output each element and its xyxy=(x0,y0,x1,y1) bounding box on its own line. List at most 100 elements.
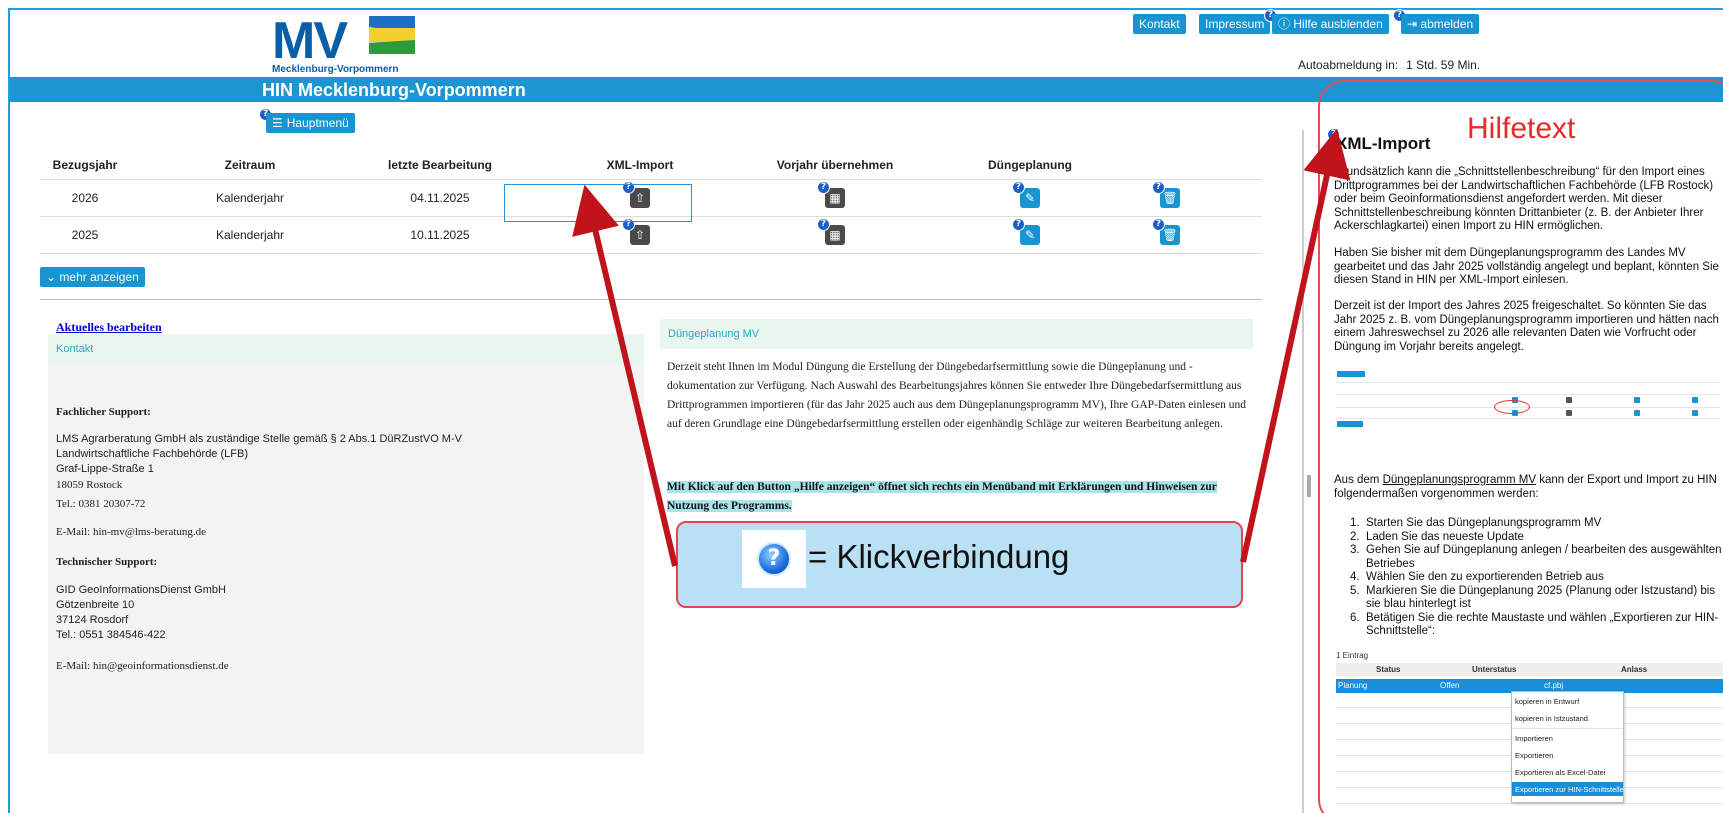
planning-panel-highlight: Mit Klick auf den Button „Hilfe anzeigen… xyxy=(667,478,1247,516)
help-badge-icon[interactable]: ? xyxy=(1327,128,1340,141)
autologout-value: 1 Std. 59 Min. xyxy=(1406,58,1481,72)
cell: Offen xyxy=(1440,681,1460,690)
help-paragraph: Aus dem Düngeplanungsprogramm MV kann de… xyxy=(1334,474,1720,501)
col-header: Zeitraum xyxy=(224,157,276,172)
mv-logo[interactable]: MV Mecklenburg-Vorpommern xyxy=(272,14,422,76)
cell-xml-import: ? ⇧ xyxy=(540,217,740,253)
page-title: HIN Mecklenburg-Vorpommern xyxy=(262,80,526,100)
tech-support-heading: Fachlicher Support: xyxy=(56,406,151,418)
list-item: 1. Starten Sie das Düngeplanungsprogramm … xyxy=(1350,517,1602,529)
divider xyxy=(40,299,1262,300)
col-header: letzte Bearbeitung xyxy=(387,157,492,172)
logout-button[interactable]: ⇥ abmelden xyxy=(1401,14,1480,34)
help-text: Aus dem xyxy=(1334,474,1383,486)
table-row: 2025 Kalenderjahr 10.11.2025 ? ⇧ ? ▦ ? ✎ ? 🗑 xyxy=(40,217,1262,254)
col-header: Vorjahr übernehmen xyxy=(776,157,894,172)
planning-panel-text: Derzeit steht Ihnen im Modul Düngung die… xyxy=(667,361,1246,430)
contact-email: E-Mail: hin-mv@lms-beratung.de xyxy=(56,526,207,538)
edit-pencil-icon[interactable]: ? ✎ xyxy=(1012,218,1040,245)
trash-icon[interactable]: ? 🗑 xyxy=(1152,218,1180,245)
menu-item: Importieren xyxy=(1515,734,1553,743)
help-steps-list: 1. Starten Sie das Düngeplanungsprogramm … xyxy=(1350,517,1722,639)
screenshot-header: Status Unterstatus Anlass xyxy=(1336,663,1723,676)
list-item: 5. Markieren Sie die Düngeplanung 2025 (P… xyxy=(1350,584,1716,611)
hide-help-button[interactable]: ⓘ Hilfe ausblenden xyxy=(1272,14,1389,34)
panel-splitter[interactable] xyxy=(1302,130,1304,813)
cell-year: 2025 xyxy=(71,228,99,242)
cell-planning: ? ✎ xyxy=(930,180,1130,216)
list-item: 3. Gehen Sie auf Düngeplanung anlegen / b… xyxy=(1350,544,1722,570)
help-title-text: XML-Import xyxy=(1336,134,1431,153)
menu-item: kopieren in Istzustand xyxy=(1515,714,1588,723)
tech-support-heading: Technischer Support: xyxy=(56,556,158,568)
autologout-status: Autoabmeldung in: 1 Std. 59 Min. xyxy=(1298,58,1480,72)
contact-line: Tel.: 0381 20307-72 xyxy=(56,498,146,510)
trash-icon[interactable]: ? 🗑 xyxy=(1152,181,1180,208)
cell-period: Kalenderjahr xyxy=(215,191,285,205)
planning-panel-header: Düngeplanung MV xyxy=(660,319,1253,349)
hamburger-icon: ☰ xyxy=(272,116,283,130)
main-menu-button[interactable]: ☰ Hauptmenü xyxy=(266,113,355,133)
contact-email: E-Mail: hin@geoinformationsdienst.de xyxy=(56,660,229,672)
contact-line: Graf-Lippe-Straße 1 xyxy=(56,463,154,475)
help-badge-icon[interactable]: ? xyxy=(1152,218,1165,231)
cell-last-edit: 10.11.2025 xyxy=(410,228,470,242)
kontakt-button[interactable]: Kontakt xyxy=(1133,14,1186,34)
cell-delete: ? 🗑 xyxy=(1130,180,1210,216)
help-badge-icon[interactable]: ? xyxy=(1152,181,1165,194)
autologout-label: Autoabmeldung in: xyxy=(1298,58,1399,72)
contact-line: Tel.: 0551 384546-422 xyxy=(56,629,166,641)
contact-line: LMS Agrarberatung GmbH als zuständige St… xyxy=(56,433,462,445)
calendar-icon[interactable]: ? ▦ xyxy=(817,181,845,208)
list-item: 6. Betätigen Sie die rechte Maustaste und… xyxy=(1350,611,1719,638)
logo-flag-icon xyxy=(369,16,415,54)
contact-line: Götzenbreite 10 xyxy=(56,599,135,611)
help-badge-icon[interactable]: ? xyxy=(817,181,830,194)
show-more-button[interactable]: ⌄ mehr anzeigen xyxy=(40,267,145,287)
contact-line: Landwirtschaftliche Fachbehörde (LFB) xyxy=(56,448,248,460)
logo-subtitle: Mecklenburg-Vorpommern xyxy=(272,64,399,75)
help-title: ? XML-Import xyxy=(1327,128,1431,154)
contact-line: GID GeoInformationsDienst GmbH xyxy=(56,584,226,596)
help-badge-icon[interactable]: ? xyxy=(1012,218,1025,231)
col-header: Anlass xyxy=(1621,665,1648,674)
cell-year: 2026 xyxy=(71,191,99,205)
menu-item: Exportieren xyxy=(1515,751,1554,760)
logo-text: MV xyxy=(272,12,348,70)
cell-planning: ? ✎ xyxy=(930,217,1130,253)
list-item: 2. Laden Sie das neueste Update xyxy=(1350,530,1524,543)
help-question-icon: ? xyxy=(742,530,806,588)
callout-label: = Klickverbindung xyxy=(808,538,1070,575)
menu-item: Exportieren zur HIN-Schnittstelle xyxy=(1512,782,1624,796)
contact-line: 18059 Rostock xyxy=(56,479,123,491)
cell-period: Kalenderjahr xyxy=(215,228,285,242)
splitter-grip[interactable] xyxy=(1307,475,1311,497)
upload-icon[interactable]: ? ⇧ xyxy=(622,218,650,245)
help-badge-icon[interactable]: ? xyxy=(817,218,830,231)
annotation-help-label: Hilfetext xyxy=(1467,112,1576,145)
logout-icon: ⇥ xyxy=(1407,17,1418,31)
xml-import-focus-outline xyxy=(504,184,692,222)
main-menu-label: Hauptmenü xyxy=(286,116,349,130)
help-badge-icon[interactable]: ? xyxy=(1012,181,1025,194)
impressum-button[interactable]: Impressum xyxy=(1199,14,1271,34)
cell-delete: ? 🗑 xyxy=(1130,217,1210,253)
menu-item: Exportieren als Excel-Datei xyxy=(1515,768,1606,777)
edit-news-link[interactable]: Aktuelles bearbeiten xyxy=(56,320,162,335)
calendar-icon[interactable]: ? ▦ xyxy=(817,218,845,245)
edit-pencil-icon[interactable]: ? ✎ xyxy=(1012,181,1040,208)
planning-program-link[interactable]: Düngeplanungsprogramm MV xyxy=(1383,474,1536,486)
contact-panel xyxy=(48,334,644,754)
highlight-text: Mit Klick auf den Button „Hilfe anzeigen… xyxy=(667,481,1217,512)
screenshot-context-menu: kopieren in Entwurf kopieren in Istzusta… xyxy=(1511,691,1624,803)
cell-previous-year: ? ▦ xyxy=(740,217,930,253)
col-header: XML-Import xyxy=(606,157,674,172)
logout-label: abmelden xyxy=(1420,17,1474,31)
cell: Planung xyxy=(1338,681,1368,690)
col-header: Düngeplanung xyxy=(988,157,1072,172)
table-header: Bezugsjahr Zeitraum letzte Bearbeitung X… xyxy=(40,150,1262,180)
entry-count: 1 Eintrag xyxy=(1336,651,1369,660)
show-more-label: mehr anzeigen xyxy=(59,270,139,284)
hide-help-label: Hilfe ausblenden xyxy=(1293,17,1383,31)
help-circle-icon: ⓘ xyxy=(1278,17,1291,31)
